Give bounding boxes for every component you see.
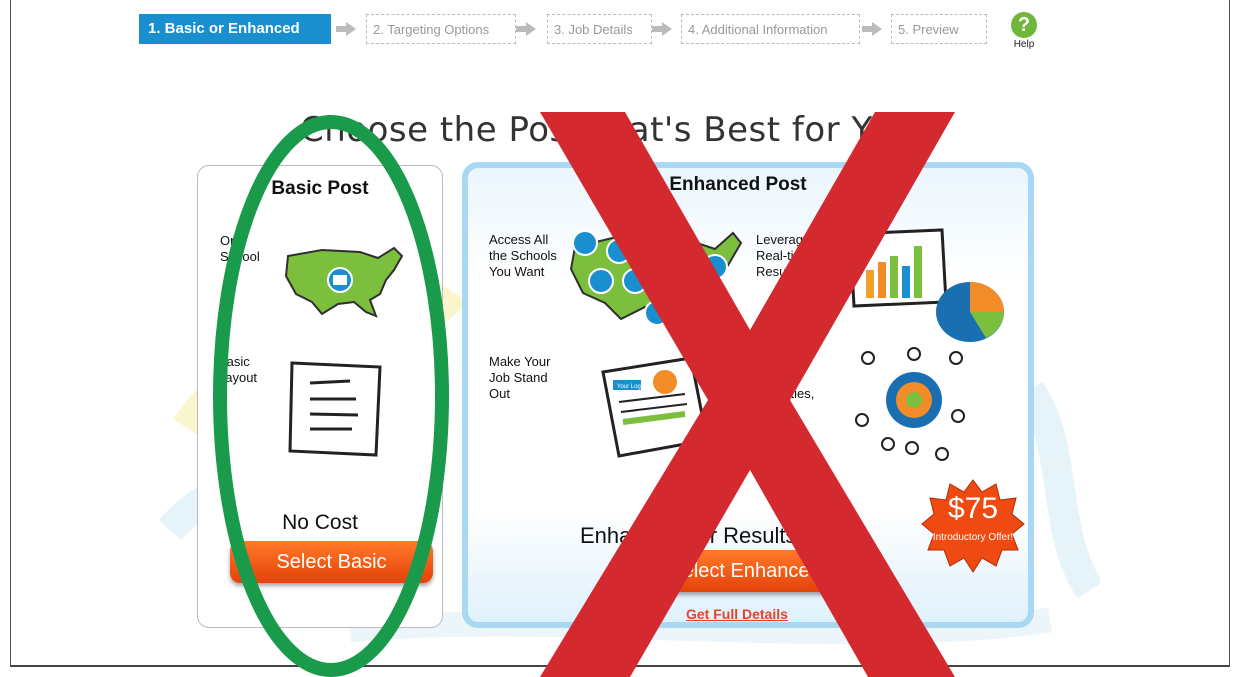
usa-map-icon (284, 246, 404, 318)
enhanced-post-title: Enhanced Post (669, 174, 807, 195)
help-icon: ? (1011, 12, 1037, 38)
step-additional-information[interactable]: 4. Additional Information (681, 14, 860, 44)
basic-feature-one-school: One School (220, 233, 260, 264)
introductory-offer-badge: $75 Introductory Offer! (920, 478, 1026, 574)
usa-map-schools-icon (569, 230, 743, 326)
enhanced-feature-access: Access All the Schools You Want (489, 232, 557, 279)
document-icon (288, 361, 382, 457)
document-logo-icon: Your Logo (601, 356, 709, 458)
get-full-details-link[interactable]: Get Full Details (686, 606, 788, 622)
enhanced-feature-stand-out: Make Your Job Stand Out (489, 354, 551, 401)
chart-report-icon (848, 228, 1004, 342)
offer-price: $75 (947, 492, 999, 525)
basic-post-title: Basic Post (271, 178, 369, 199)
page-headline: Choose the Post that's Best for You (300, 110, 912, 150)
step-job-details[interactable]: 3. Job Details (547, 14, 652, 44)
enhanced-tagline: Enhance Your Results $150 (580, 523, 852, 548)
arrow-right-icon (336, 22, 356, 36)
select-enhanced-button[interactable]: Select Enhanced (645, 550, 845, 592)
arrow-right-icon (862, 22, 882, 36)
enhanced-feature-honor: Target Honor Societies, (758, 354, 815, 401)
step-basic-or-enhanced[interactable]: 1. Basic or Enhanced (139, 14, 331, 44)
logo-text: Your Logo (617, 384, 645, 390)
step-targeting-options[interactable]: 2. Targeting Options (366, 14, 516, 44)
help-button[interactable]: ? Help (1006, 12, 1042, 50)
help-label: Help (1013, 39, 1035, 50)
enhanced-feature-leverage: Leverage Real-time Results (756, 232, 812, 279)
select-basic-button[interactable]: Select Basic (230, 541, 433, 583)
arrow-right-icon (516, 22, 536, 36)
basic-feature-layout: Basic Layout (218, 354, 258, 385)
basic-cost: No Cost (282, 511, 358, 534)
arrow-right-icon (652, 22, 672, 36)
network-people-icon (855, 347, 965, 461)
offer-text: Introductory Offer! (932, 532, 1014, 543)
step-preview[interactable]: 5. Preview (891, 14, 987, 44)
